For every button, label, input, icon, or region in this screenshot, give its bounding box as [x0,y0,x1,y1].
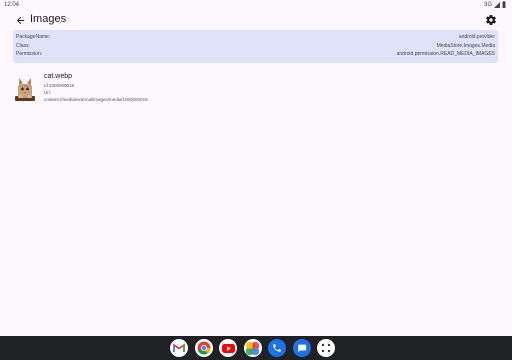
cat-thumbnail [15,78,35,101]
app-bar: Images [0,10,512,30]
settings-button[interactable] [484,13,498,27]
arrow-back-icon [16,16,24,24]
gmail-glyph [173,343,185,352]
info-value: MediaStore.Images.Media [436,43,495,49]
info-row-package: PackageName: android.provider [16,34,495,41]
file-id: Id:1000000018 [44,83,75,88]
battery-icon [502,1,506,8]
gmail-icon[interactable] [170,339,188,357]
info-label: Permission: [16,51,43,57]
photos-icon[interactable] [243,339,262,357]
messages-icon[interactable] [292,339,311,357]
gear-icon [486,15,496,25]
info-label: Class: [16,43,30,49]
network-type: 3G [483,1,492,8]
file-uri: content://media/external/images/media/10… [44,97,148,102]
file-name: cat.webp [44,73,73,80]
app-dock [170,338,335,358]
app-drawer-icon[interactable] [317,339,335,357]
status-time: 12:04 [4,2,20,8]
status-icons: 3G [484,1,506,8]
messages-glyph [297,344,306,353]
info-value: android.permission.READ_MEDIA_IMAGES [396,51,495,57]
info-row-class: Class: MediaStore.Images.Media [16,43,495,50]
status-bar: 12:04 3G [0,0,512,10]
image-list-item[interactable]: cat.webp Id:1000000018 Uri: content://me… [13,72,498,106]
phone-glyph [273,344,281,352]
chrome-glyph [197,341,210,355]
youtube-icon[interactable] [219,339,237,357]
chrome-icon[interactable] [194,339,213,357]
info-value: android.provider [458,34,495,40]
file-uri-label: Uri: [44,90,51,95]
youtube-glyph [221,343,235,353]
info-label: PackageName: [16,34,51,40]
grid-glyph [321,343,331,353]
page-title: Images [30,13,67,25]
photos-glyph [246,341,259,355]
info-row-permission: Permission: android.permission.READ_MEDI… [16,51,495,58]
back-button[interactable] [13,13,27,27]
signal-icon [494,1,500,8]
phone-icon[interactable] [268,339,286,357]
info-card: PackageName: android.provider Class: Med… [13,30,498,63]
